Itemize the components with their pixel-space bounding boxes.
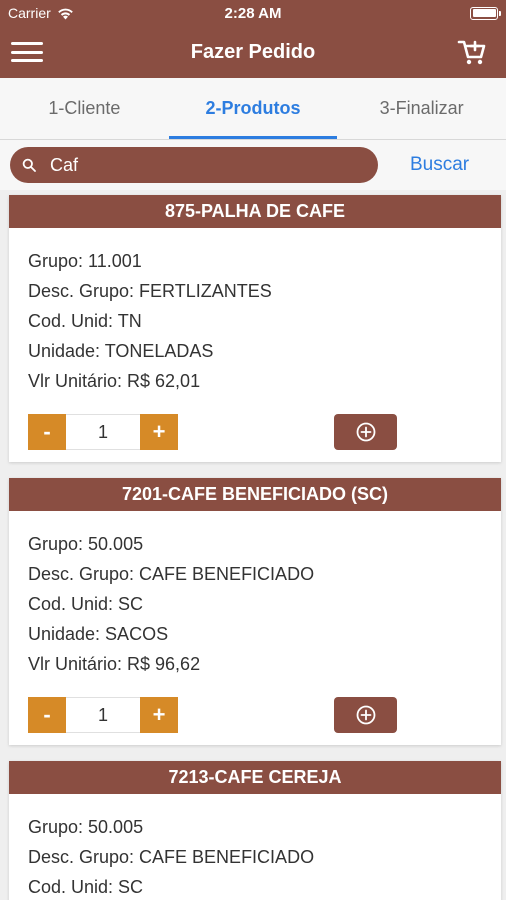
add-circle-icon: [356, 705, 375, 725]
product-cod-unid: Cod. Unid: SC: [28, 594, 144, 614]
product-unidade: Unidade: SACOS: [28, 624, 169, 644]
status-bar: Carrier 2:28 AM: [0, 0, 506, 26]
product-grupo: Grupo: 50.005: [28, 534, 144, 554]
product-grupo: Grupo: 50.005: [28, 817, 144, 837]
tab-finalizar[interactable]: 3-Finalizar: [337, 78, 506, 139]
product-card: 7201-CAFE BENEFICIADO (SC) Grupo: 50.005…: [9, 478, 501, 745]
battery-icon: [470, 6, 501, 20]
search-input[interactable]: [50, 154, 340, 176]
nav-bar: Fazer Pedido: [0, 26, 506, 78]
quantity-stepper: - 1 +: [28, 414, 178, 450]
tab-cliente[interactable]: 1-Cliente: [0, 78, 169, 139]
cart-icon[interactable]: [456, 36, 488, 68]
hamburger-menu-icon[interactable]: [10, 39, 44, 65]
quantity-field[interactable]: 1: [66, 697, 140, 733]
product-vlr-unitario: Vlr Unitário: R$ 96,62: [28, 654, 201, 674]
product-vlr-unitario: Vlr Unitário: R$ 62,01: [28, 371, 201, 391]
increment-button[interactable]: +: [140, 414, 178, 450]
decrement-button[interactable]: -: [28, 697, 66, 733]
step-tabs: 1-Cliente 2-Produtos 3-Finalizar: [0, 78, 506, 140]
product-cod-unid: Cod. Unid: TN: [28, 311, 142, 331]
search-bar: Buscar: [0, 140, 506, 190]
product-title: 7213-CAFE CEREJA: [9, 761, 501, 794]
search-field[interactable]: [10, 147, 378, 183]
quantity-stepper: - 1 +: [28, 697, 178, 733]
product-desc-grupo: Desc. Grupo: FERTLIZANTES: [28, 281, 272, 301]
quantity-field[interactable]: 1: [66, 414, 140, 450]
page-title: Fazer Pedido: [190, 40, 316, 63]
product-grupo: Grupo: 11.001: [28, 251, 142, 271]
product-unidade: Unidade: TONELADAS: [28, 341, 214, 361]
product-desc-grupo: Desc. Grupo: CAFE BENEFICIADO: [28, 564, 315, 584]
increment-button[interactable]: +: [140, 697, 178, 733]
product-desc-grupo: Desc. Grupo: CAFE BENEFICIADO: [28, 847, 315, 867]
add-to-cart-button[interactable]: [334, 697, 397, 733]
product-title: 875-PALHA DE CAFE: [9, 195, 501, 228]
status-time: 2:28 AM: [224, 4, 282, 22]
product-card: 7213-CAFE CEREJA Grupo: 50.005 Desc. Gru…: [9, 761, 501, 900]
add-circle-icon: [356, 422, 375, 442]
product-cod-unid: Cod. Unid: SC: [28, 877, 144, 897]
decrement-button[interactable]: -: [28, 414, 66, 450]
product-title: 7201-CAFE BENEFICIADO (SC): [9, 478, 501, 511]
tab-produtos[interactable]: 2-Produtos: [168, 78, 338, 139]
search-button[interactable]: Buscar: [410, 154, 469, 176]
add-to-cart-button[interactable]: [334, 414, 397, 450]
app-header: Carrier 2:28 AM Fazer Pedido: [0, 0, 506, 78]
search-icon: [22, 158, 36, 172]
product-card: 875-PALHA DE CAFE Grupo: 11.001 Desc. Gr…: [9, 195, 501, 462]
